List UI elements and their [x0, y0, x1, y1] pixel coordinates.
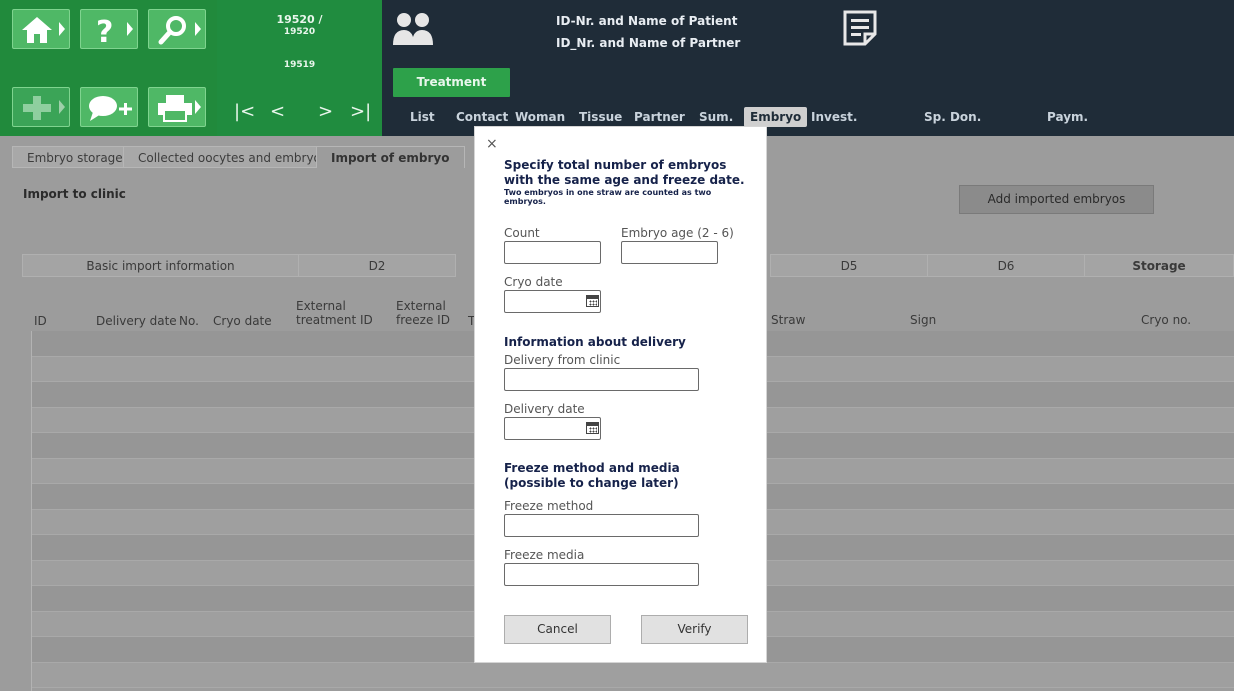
tab-woman[interactable]: Woman [515, 107, 565, 127]
count-label: Count [504, 226, 540, 240]
plus-icon [23, 96, 51, 120]
patient-bar: ID-Nr. and Name of Patient ID_Nr. and Na… [382, 0, 1234, 136]
search-button[interactable] [148, 9, 206, 49]
svg-text:?: ? [96, 15, 113, 46]
tab-list[interactable]: List [410, 107, 435, 127]
subtab-import-of-embryo[interactable]: Import of embryo [316, 146, 465, 168]
last-record-button[interactable]: >| [350, 101, 371, 122]
tab-sp-don[interactable]: Sp. Don. [924, 107, 981, 127]
delivery-clinic-label: Delivery from clinic [504, 353, 621, 367]
tab-tissue[interactable]: Tissue [579, 107, 622, 127]
treatment-button[interactable]: Treatment [393, 68, 510, 97]
calendar-icon[interactable] [586, 422, 599, 434]
count-input[interactable] [504, 241, 601, 264]
col-id: ID [34, 314, 47, 328]
col-delivery-date: Delivery date [96, 314, 177, 328]
section-title: Import to clinic [23, 187, 126, 201]
col-cryo-date: Cryo date [213, 314, 272, 328]
print-button[interactable] [148, 87, 206, 127]
close-icon[interactable]: × [486, 136, 498, 152]
tab-contact[interactable]: Contact [456, 107, 508, 127]
add-button[interactable] [12, 87, 70, 127]
group-storage: Storage [1084, 254, 1234, 277]
home-icon [22, 17, 52, 43]
previous-record-button[interactable]: < [270, 101, 285, 122]
freeze-media-label: Freeze media [504, 548, 585, 562]
table-row [32, 662, 1234, 688]
home-button[interactable] [12, 9, 70, 49]
subtab-embryo-storage[interactable]: Embryo storage [12, 146, 138, 168]
tab-partner[interactable]: Partner [634, 107, 685, 127]
freeze-method-label: Freeze method [504, 499, 594, 513]
patient-id-secondary: 19520 [283, 27, 316, 37]
tab-sum[interactable]: Sum. [699, 107, 733, 127]
col-straw: Straw [771, 313, 806, 327]
notes-icon[interactable] [841, 8, 881, 48]
delivery-section-title: Information about delivery [504, 335, 686, 349]
patient-id-primary: 19520 / [276, 13, 323, 26]
verify-button[interactable]: Verify [641, 615, 748, 644]
app-header: ? 19520 / 19520 19519 |< < > >| ID-Nr. a… [0, 0, 1234, 136]
col-sign: Sign [910, 313, 937, 327]
freeze-section-title: Freeze method and media (possible to cha… [504, 461, 680, 490]
embryo-age-input[interactable] [621, 241, 718, 264]
partner-label: ID_Nr. and Name of Partner [556, 36, 741, 50]
tab-paym[interactable]: Paym. [1047, 107, 1088, 127]
delivery-date-label: Delivery date [504, 402, 585, 416]
printer-icon [158, 95, 192, 122]
dialog-title: Specify total number of embryos with the… [504, 158, 745, 187]
group-d6: D6 [927, 254, 1085, 277]
calendar-icon[interactable] [586, 295, 599, 307]
col-external-freeze-id: External freeze ID [396, 299, 450, 327]
help-button[interactable]: ? [80, 9, 138, 49]
users-icon [393, 13, 433, 45]
dialog-subtitle: Two embryos in one straw are counted as … [504, 188, 712, 206]
group-d2: D2 [298, 254, 456, 277]
cancel-button[interactable]: Cancel [504, 615, 611, 644]
tab-invest[interactable]: Invest. [811, 107, 857, 127]
embryo-age-label: Embryo age (2 - 6) [621, 226, 734, 240]
partner-id: 19519 [283, 60, 316, 70]
question-icon: ? [96, 15, 113, 46]
freeze-media-input[interactable] [504, 563, 699, 586]
cryo-date-label: Cryo date [504, 275, 563, 289]
freeze-method-input[interactable] [504, 514, 699, 537]
next-record-button[interactable]: > [318, 101, 333, 122]
patient-navigator: 19520 / 19520 19519 |< < > >| [217, 0, 382, 136]
import-embryos-dialog: × Specify total number of embryos with t… [474, 126, 767, 663]
add-imported-embryos-button[interactable]: Add imported embryos [959, 185, 1154, 214]
group-basic-import: Basic import information [22, 254, 299, 277]
patient-label: ID-Nr. and Name of Patient [556, 14, 738, 28]
col-no: No. [179, 314, 199, 328]
col-cryo-no: Cryo no. [1141, 313, 1192, 327]
comment-add-icon [89, 96, 132, 121]
first-record-button[interactable]: |< [234, 101, 255, 122]
tab-embryo[interactable]: Embryo [744, 107, 808, 127]
add-comment-button[interactable] [80, 87, 138, 127]
quick-actions-panel: ? [0, 0, 217, 136]
search-icon [158, 16, 186, 45]
col-external-treatment-id: External treatment ID [296, 299, 373, 327]
subtab-collected-oocytes[interactable]: Collected oocytes and embryos [123, 146, 343, 168]
group-d5: D5 [770, 254, 928, 277]
delivery-clinic-input[interactable] [504, 368, 699, 391]
